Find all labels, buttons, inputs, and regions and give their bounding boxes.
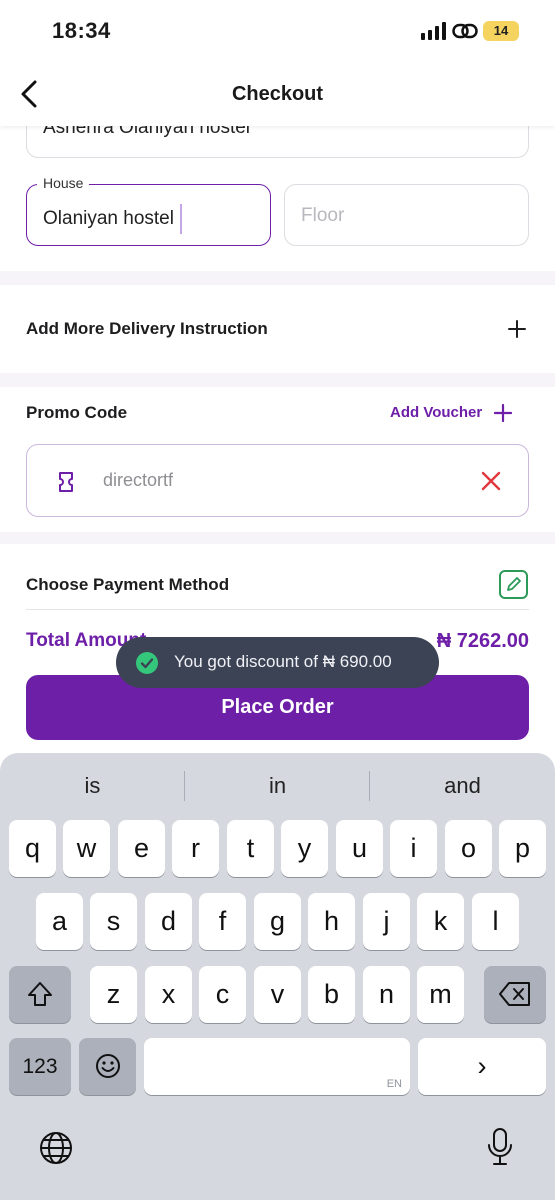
suggestion-bar: is in and — [0, 753, 555, 817]
status-bar: 18:34 14 — [0, 0, 555, 64]
key-t[interactable]: t — [227, 820, 274, 877]
battery-indicator: 14 — [483, 21, 519, 41]
key-s[interactable]: s — [90, 893, 137, 950]
key-b[interactable]: b — [308, 966, 355, 1023]
divider — [26, 609, 529, 610]
discount-toast: You got discount of ₦ 690.00 — [116, 637, 439, 688]
promo-code-label: Promo Code — [26, 403, 128, 422]
microphone-icon[interactable] — [486, 1127, 514, 1167]
key-a[interactable]: a — [36, 893, 83, 950]
key-q[interactable]: q — [9, 820, 56, 877]
key-e[interactable]: e — [118, 820, 165, 877]
key-h[interactable]: h — [308, 893, 355, 950]
status-time: 18:34 — [52, 18, 111, 43]
numbers-key[interactable]: 123 — [9, 1038, 71, 1095]
return-key[interactable]: › — [418, 1038, 546, 1095]
key-i[interactable]: i — [390, 820, 437, 877]
key-z[interactable]: z — [90, 966, 137, 1023]
suggestion-item[interactable]: and — [370, 773, 555, 799]
key-f[interactable]: f — [199, 893, 246, 950]
key-r[interactable]: r — [172, 820, 219, 877]
backspace-icon — [499, 982, 530, 1006]
suggestion-item[interactable]: is — [0, 773, 185, 799]
key-v[interactable]: v — [254, 966, 301, 1023]
add-delivery-plus-icon[interactable] — [508, 320, 526, 338]
add-voucher-plus-icon[interactable] — [494, 404, 512, 422]
shift-key[interactable] — [9, 966, 71, 1023]
toast-message: You got discount of ₦ 690.00 — [174, 652, 392, 671]
key-m[interactable]: m — [417, 966, 464, 1023]
section-separator — [0, 532, 555, 544]
key-l[interactable]: l — [472, 893, 519, 950]
house-field-label: House — [37, 175, 90, 191]
key-o[interactable]: o — [445, 820, 492, 877]
globe-icon[interactable] — [38, 1130, 74, 1166]
section-separator — [0, 373, 555, 387]
promo-code-value: directortf — [103, 470, 174, 490]
hotspot-link-icon — [452, 23, 478, 39]
add-voucher-link[interactable]: Add Voucher — [390, 404, 482, 421]
floor-field[interactable]: Floor — [284, 184, 529, 246]
key-p[interactable]: p — [499, 820, 546, 877]
nav-bar: Checkout — [0, 64, 555, 126]
ticket-icon — [59, 472, 73, 492]
total-amount-value: ₦ 7262.00 — [436, 630, 529, 652]
payment-method-label[interactable]: Choose Payment Method — [26, 575, 229, 595]
signal-icon — [421, 22, 446, 40]
clear-promo-x-icon[interactable] — [480, 470, 502, 492]
emoji-key[interactable] — [79, 1038, 136, 1095]
success-check-icon — [136, 652, 158, 674]
emoji-icon — [95, 1054, 120, 1078]
floor-placeholder: Floor — [301, 205, 345, 226]
space-language-label: EN — [386, 1078, 402, 1090]
section-separator — [0, 271, 555, 285]
space-key[interactable]: EN — [144, 1038, 410, 1095]
edit-payment-button[interactable] — [499, 570, 528, 599]
key-c[interactable]: c — [199, 966, 246, 1023]
page-title: Checkout — [231, 83, 324, 105]
backspace-key[interactable] — [484, 966, 546, 1023]
key-x[interactable]: x — [145, 966, 192, 1023]
house-field-value: Olaniyan hostel — [43, 204, 182, 234]
house-field[interactable]: House Olaniyan hostel — [26, 175, 271, 246]
key-u[interactable]: u — [336, 820, 383, 877]
key-j[interactable]: j — [363, 893, 410, 950]
key-w[interactable]: w — [63, 820, 110, 877]
shift-arrow-icon — [28, 982, 52, 1006]
key-g[interactable]: g — [254, 893, 301, 950]
delivery-instruction-label[interactable]: Add More Delivery Instruction — [26, 319, 268, 339]
pencil-icon — [507, 577, 521, 591]
key-n[interactable]: n — [363, 966, 410, 1023]
suggestion-item[interactable]: in — [185, 773, 370, 799]
key-d[interactable]: d — [145, 893, 192, 950]
text-caret — [179, 204, 182, 234]
onscreen-keyboard: is in and q w e r t y u i o p a s d f g … — [0, 753, 555, 1200]
key-y[interactable]: y — [281, 820, 328, 877]
key-k[interactable]: k — [417, 893, 464, 950]
promo-code-input[interactable]: directortf — [26, 444, 529, 517]
